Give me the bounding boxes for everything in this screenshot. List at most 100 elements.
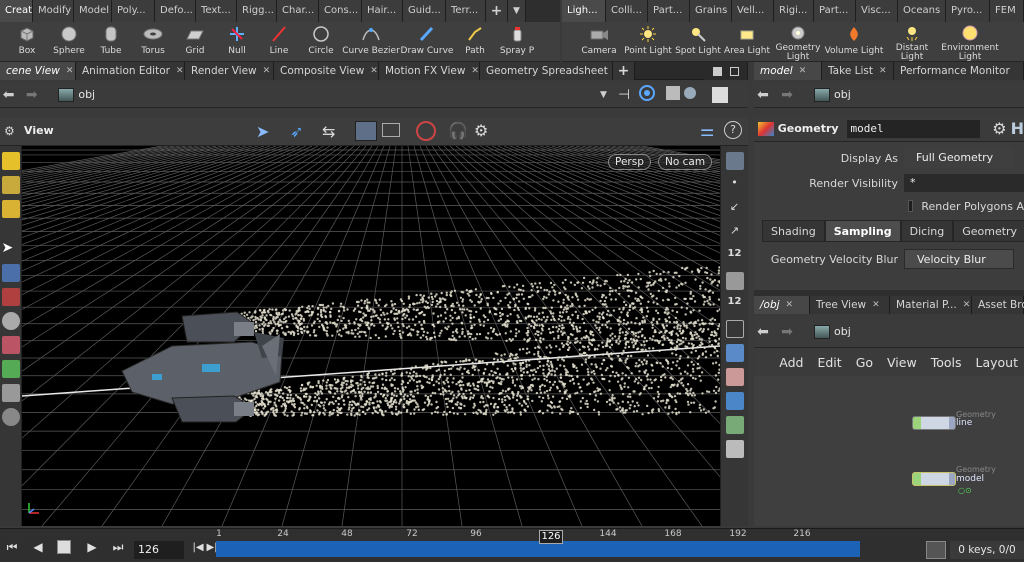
tool-path[interactable]: Path: [454, 22, 496, 62]
curve-icon[interactable]: [725, 320, 744, 338]
back-arrow-icon[interactable]: ⬅: [0, 86, 17, 104]
menu-go[interactable]: Go: [856, 355, 873, 370]
play-forward-icon[interactable]: ▶: [82, 539, 102, 555]
menu-add[interactable]: Add: [779, 355, 803, 370]
surface-icon[interactable]: [1, 176, 20, 194]
shelf-tab-create[interactable]: Create: [0, 0, 33, 22]
color-icon[interactable]: [1, 360, 20, 378]
node-model[interactable]: [912, 472, 956, 486]
settings-icon[interactable]: ⚙: [474, 121, 488, 140]
render-visibility-field[interactable]: *: [904, 174, 1024, 192]
pane-layout-icon[interactable]: [704, 62, 748, 80]
pin-icon[interactable]: ⊣: [618, 87, 630, 103]
display-options-icon[interactable]: [664, 83, 704, 106]
shelf-tab-guide[interactable]: Guid...: [403, 0, 446, 22]
add-tab-icon[interactable]: +: [613, 62, 635, 80]
number-display-icon[interactable]: 12: [726, 248, 744, 266]
subtab-shading[interactable]: Shading: [762, 220, 825, 242]
tab-scene-view[interactable]: cene View ✕: [0, 62, 76, 80]
maximize-icon[interactable]: [712, 86, 729, 103]
hand-icon[interactable]: [725, 272, 744, 290]
back-arrow-icon[interactable]: ⬅: [754, 323, 772, 341]
close-icon[interactable]: ✕: [471, 62, 479, 80]
tool-sphere[interactable]: Sphere: [48, 22, 90, 62]
forward-arrow-icon[interactable]: ➡: [23, 86, 40, 104]
move-tool-icon[interactable]: ➶: [290, 122, 303, 141]
shelf-tab-particles[interactable]: Part...: [648, 0, 690, 22]
render-region-icon[interactable]: [382, 123, 400, 137]
stop-icon[interactable]: [54, 539, 74, 555]
shelf-tab-fem[interactable]: FEM: [990, 0, 1024, 22]
close-icon[interactable]: ✕: [66, 62, 74, 80]
tool-curve-bezier[interactable]: Curve Bezier: [342, 22, 400, 62]
shelf-tab-pyro[interactable]: Pyro...: [946, 0, 990, 22]
shelf-tab-hair[interactable]: Hair...: [362, 0, 403, 22]
tool-circle[interactable]: Circle: [300, 22, 342, 62]
bone-icon[interactable]: [1, 384, 20, 402]
display-points-icon[interactable]: [725, 152, 744, 170]
shelf-tab-terrain[interactable]: Terr...: [446, 0, 486, 22]
handle-tool-icon[interactable]: ⇆: [322, 122, 335, 141]
tab-composite-view[interactable]: Composite View ✕: [274, 62, 379, 80]
tool-camera[interactable]: Camera: [576, 22, 622, 62]
jump-start-icon[interactable]: ⏮: [2, 539, 22, 555]
viewer-path-field[interactable]: obj: [54, 86, 594, 104]
shelf-tab-poly[interactable]: Poly...: [112, 0, 155, 22]
object-icon[interactable]: [1, 200, 20, 218]
node-name-field[interactable]: model: [846, 119, 981, 138]
light-icon[interactable]: [725, 344, 744, 362]
forward-arrow-icon[interactable]: ➡: [778, 323, 796, 341]
close-icon[interactable]: ✕: [370, 62, 378, 80]
tool-volume-light[interactable]: Volume Light: [824, 22, 884, 62]
shelf-tab-texture[interactable]: Text...: [196, 0, 237, 22]
subtab-dicing[interactable]: Dicing: [900, 220, 954, 242]
tab-render-view[interactable]: Render View ✕: [185, 62, 274, 80]
number-display-2-icon[interactable]: 12: [726, 296, 744, 314]
timeline-track[interactable]: [216, 541, 860, 557]
tool-distant-light[interactable]: Distant Light: [884, 22, 940, 62]
shelf-menu-arrow-icon[interactable]: ▼: [508, 0, 526, 22]
close-icon[interactable]: ✕: [176, 62, 184, 80]
lock-icon[interactable]: [1, 264, 20, 282]
tool-draw-curve[interactable]: Draw Curve: [400, 22, 454, 62]
tool-area-light[interactable]: Area Light: [722, 22, 772, 62]
tab-motion-fx-view[interactable]: Motion FX View ✕: [379, 62, 480, 80]
realtime-toggle-icon[interactable]: [926, 541, 946, 559]
jump-end-icon[interactable]: ⏭: [108, 539, 128, 555]
tab-network-obj[interactable]: /obj ✕: [754, 296, 810, 314]
record-icon[interactable]: [416, 121, 436, 141]
node-line[interactable]: [912, 416, 956, 430]
shelf-tab-oceans[interactable]: Oceans: [898, 0, 946, 22]
menu-tools[interactable]: Tools: [931, 355, 962, 370]
shelf-tab-model[interactable]: Model: [74, 0, 112, 22]
shelf-tab-character[interactable]: Char...: [277, 0, 319, 22]
tool-line[interactable]: Line: [258, 22, 300, 62]
normal-icon[interactable]: ↙: [726, 200, 744, 218]
shelf-tab-vellum[interactable]: Vell...: [732, 0, 774, 22]
select-arrow-icon[interactable]: ➤: [2, 240, 20, 258]
path-dropdown-icon[interactable]: ▼: [595, 86, 612, 104]
subtab-geometry[interactable]: Geometry: [953, 220, 1024, 242]
map-icon[interactable]: [725, 416, 744, 434]
sphere-select-icon[interactable]: [1, 312, 20, 330]
shelf-tab-modify[interactable]: Modify: [33, 0, 74, 22]
checker-icon[interactable]: [725, 368, 744, 386]
back-arrow-icon[interactable]: ⬅: [754, 86, 772, 104]
tool-environment-light[interactable]: Environment Light: [940, 22, 1000, 62]
tab-animation-editor[interactable]: Animation Editor ✕: [76, 62, 185, 80]
params-path-field[interactable]: obj: [810, 86, 855, 104]
tab-take-list[interactable]: Take List ✕: [822, 62, 894, 80]
help-h-icon[interactable]: H: [1011, 119, 1024, 138]
shelf-tab-particle-fluids[interactable]: Part...: [814, 0, 856, 22]
display-settings-icon[interactable]: ⚌: [700, 121, 714, 140]
current-frame-field[interactable]: 126: [134, 541, 184, 559]
tool-grid[interactable]: Grid: [174, 22, 216, 62]
cluster-icon[interactable]: [1, 336, 20, 354]
close-icon[interactable]: ✕: [263, 62, 271, 80]
network-path-field[interactable]: obj: [810, 323, 855, 341]
gear-icon[interactable]: ⚙: [992, 119, 1006, 138]
shelf-tab-deform[interactable]: Defo...: [155, 0, 196, 22]
menu-edit[interactable]: Edit: [817, 355, 841, 370]
tab-performance-monitor[interactable]: Performance Monitor: [894, 62, 1024, 80]
close-icon[interactable]: ✕: [879, 62, 887, 80]
